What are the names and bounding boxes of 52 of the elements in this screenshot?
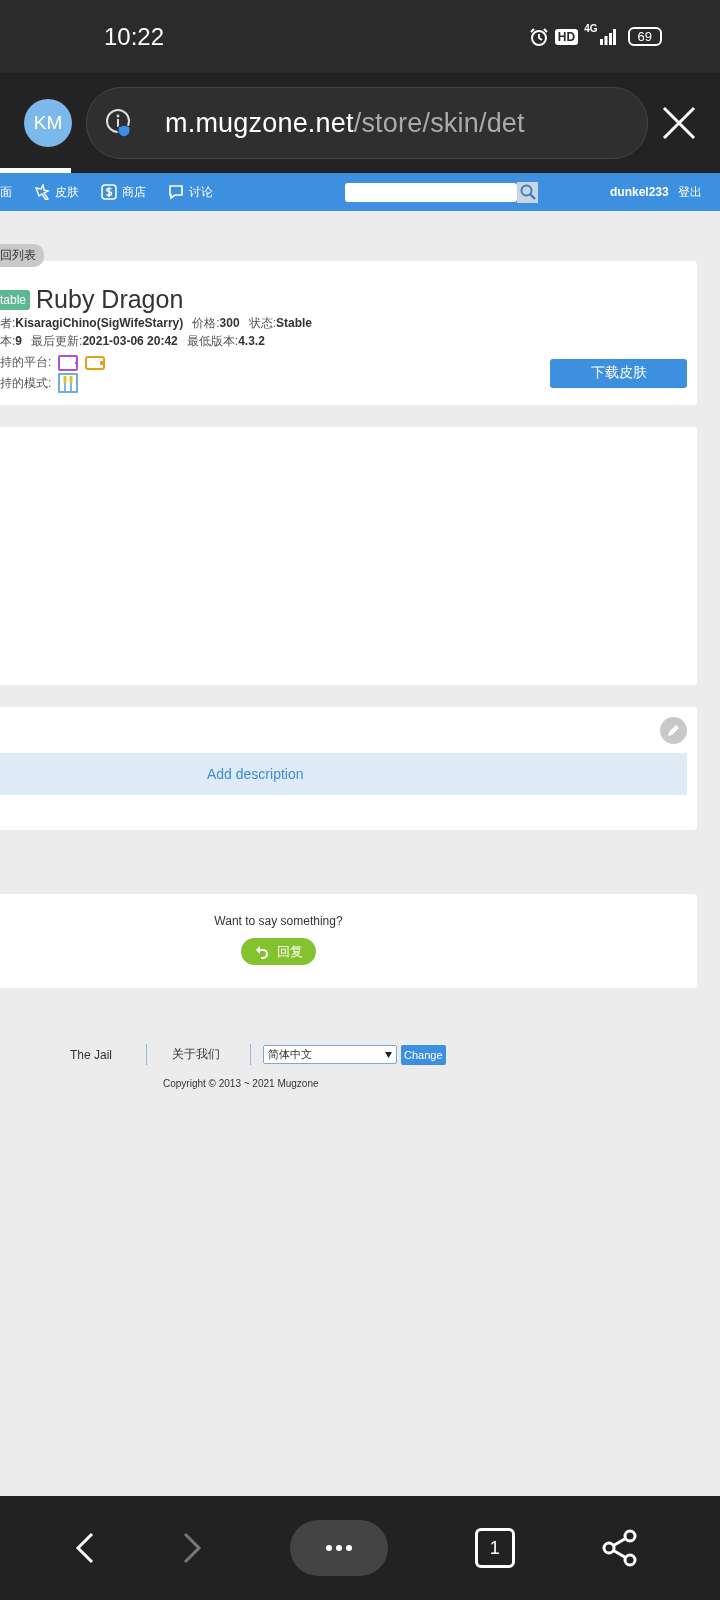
reply-arrow-icon [254, 944, 269, 959]
nav-link[interactable]: 皮肤 [34, 183, 79, 201]
dollar-icon[interactable] [101, 184, 117, 200]
nav-link[interactable]: 讨论 [168, 183, 213, 201]
footer-link[interactable]: The Jail [70, 1047, 113, 1062]
back-icon[interactable] [75, 1532, 95, 1564]
download-skin-button[interactable]: 下载皮肤 [550, 358, 687, 388]
meta-field: 最后更新:2021-03-06 20:42 [31, 333, 178, 350]
footer-link[interactable]: 关于我们 [172, 1046, 221, 1063]
keys-icon [58, 373, 79, 393]
status-badge: table [0, 289, 31, 310]
meta-field: 状态:Stable [248, 315, 312, 332]
more-dots-icon [324, 1544, 353, 1552]
search-field[interactable] [345, 182, 517, 202]
change-button[interactable]: Change [401, 1044, 446, 1065]
meta-field: 本:9 [0, 333, 23, 350]
forward-icon[interactable] [182, 1532, 203, 1564]
magic-wand-icon[interactable] [34, 184, 50, 200]
logout-link[interactable]: 登出 [677, 183, 702, 201]
search-button[interactable] [517, 181, 538, 203]
alarm-icon [528, 26, 549, 47]
more-button[interactable] [289, 1520, 388, 1576]
url-text: m.mugzone.net/store/skin/det [165, 107, 525, 139]
nav-link[interactable]: 面 [0, 183, 12, 201]
dropdown-caret-icon[interactable] [385, 1051, 393, 1058]
modes-label: 持的模式: [0, 374, 52, 392]
tablet-icon [58, 354, 79, 371]
nav-link[interactable]: 商店 [101, 183, 146, 201]
language-select[interactable]: 简体中文 [263, 1045, 398, 1064]
add-description-button[interactable]: Add description [0, 753, 687, 795]
phone-icon [85, 355, 106, 370]
comment-prompt: Want to say something? [214, 914, 343, 928]
address-bar[interactable]: m.mugzone.net/store/skin/det [86, 87, 648, 159]
meta-field: 价格:300 [192, 315, 240, 332]
chat-icon[interactable] [168, 184, 184, 200]
meta-field: 者:KisaragiChino(SigWifeStarry) [0, 315, 184, 332]
platforms-label: 持的平台: [0, 354, 52, 371]
username-link[interactable]: dunkel233 [610, 185, 669, 199]
network-label: 4G [584, 22, 598, 34]
close-icon[interactable] [662, 106, 696, 140]
reply-button[interactable]: 回复 [241, 938, 316, 965]
signal-icon [599, 28, 616, 45]
hd-badge: HD [554, 28, 579, 45]
tabs-button[interactable]: 1 [474, 1528, 515, 1568]
battery-indicator: 69 [627, 27, 662, 46]
skin-title: Ruby Dragon [36, 285, 184, 314]
meta-field: 最低版本:4.3.2 [186, 333, 265, 350]
share-icon[interactable] [602, 1529, 638, 1567]
clock-time: 10:22 [104, 22, 165, 51]
account-avatar[interactable]: KM [24, 99, 72, 147]
back-to-list-button[interactable]: 回列表 [0, 244, 44, 267]
copyright-text: Copyright © 2013 ~ 2021 Mugzone [163, 1078, 320, 1089]
